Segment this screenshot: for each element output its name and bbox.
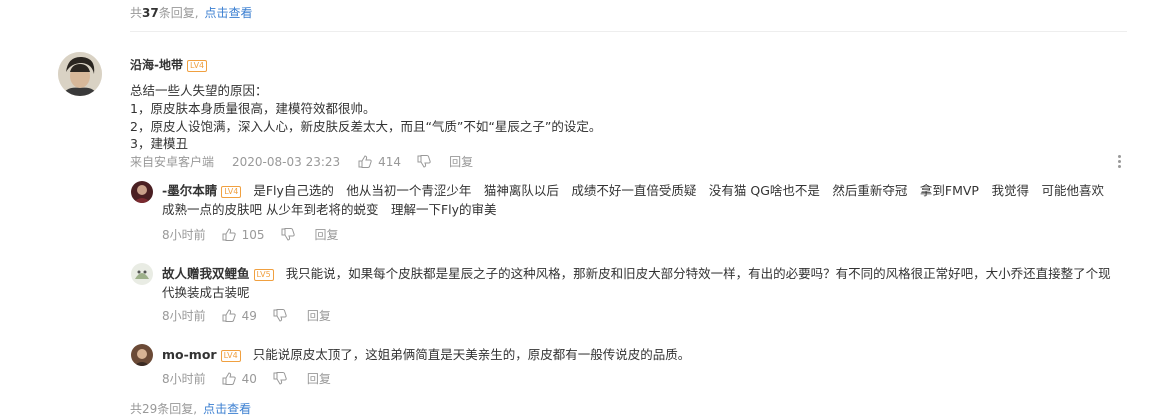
reply-button[interactable]: 回复 xyxy=(449,153,473,170)
thumbs-up-icon xyxy=(222,228,236,241)
comment-line: 总结一些人失望的原因： xyxy=(130,83,268,98)
thumbs-up-icon xyxy=(358,155,372,168)
reply-meta: 8小时前 105 回复 xyxy=(162,226,339,243)
timestamp: 8小时前 xyxy=(162,309,206,323)
more-options-icon[interactable] xyxy=(1114,155,1124,171)
summary-prefix: 共 xyxy=(130,6,143,20)
comment-line: 2，原皮人设饱满，深入人心，新皮肤反差太大，而且“气质”不如“星辰之子”的设定。 xyxy=(130,119,602,134)
author-name[interactable]: 故人赠我双鲤鱼 xyxy=(162,266,250,281)
thumbs-up-icon xyxy=(222,309,236,322)
reply-summary: 共29条回复, 点击查看 xyxy=(130,400,251,417)
reply-button[interactable]: 回复 xyxy=(307,370,331,387)
like-count: 49 xyxy=(241,308,257,323)
level-badge: LV4 xyxy=(186,59,208,72)
author-name[interactable]: -墨尔本睛 xyxy=(162,183,217,198)
view-replies-link[interactable]: 点击查看 xyxy=(203,402,251,416)
like-button[interactable]: 414 xyxy=(358,155,401,169)
reply-meta: 8小时前 40 回复 xyxy=(162,370,331,387)
level-badge: LV4 xyxy=(220,349,241,362)
reply-text: 我只能说，如果每个皮肤都是星辰之子的这种风格，那新皮和旧皮大部分特效一样，有出的… xyxy=(162,266,1111,300)
reply-count: 29 xyxy=(142,402,158,416)
reply-button[interactable]: 回复 xyxy=(315,226,339,243)
reply-item: 故人赠我双鲤鱼 LV5 我只能说，如果每个皮肤都是星辰之子的这种风格，那新皮和旧皮大… xyxy=(162,264,1112,302)
author-name[interactable]: mo-mor xyxy=(162,347,217,362)
author-name[interactable]: 沿海-地带 xyxy=(130,58,183,72)
avatar[interactable] xyxy=(131,263,153,285)
thumbs-down-icon[interactable] xyxy=(273,372,287,385)
reply-item: mo-mor LV4 只能说原皮太顶了，这姐弟俩简直是天美亲生的，原皮都有一般传说皮… xyxy=(162,345,1112,364)
summary-suffix: 条回复, xyxy=(158,6,199,20)
comment-meta: 来自安卓客户端 2020-08-03 23:23 414 回复 xyxy=(130,153,473,170)
reply-button[interactable]: 回复 xyxy=(307,307,331,324)
reply-summary: 共37条回复, 点击查看 xyxy=(130,4,253,21)
timestamp: 2020-08-03 23:23 xyxy=(232,154,341,169)
timestamp: 8小时前 xyxy=(162,372,206,386)
view-replies-link[interactable]: 点击查看 xyxy=(205,6,253,20)
level-badge: LV4 xyxy=(221,185,242,198)
avatar[interactable] xyxy=(131,181,153,203)
divider xyxy=(130,31,1127,32)
reply-author[interactable]: mo-mor LV4 xyxy=(162,347,241,362)
comment-line: 1，原皮肤本身质量很高，建模符效都很帅。 xyxy=(130,101,376,116)
thumbs-down-icon[interactable] xyxy=(281,228,295,241)
reply-text: 是Fly自己选的 他从当初一个青涩少年 猫神离队以后 成绩不好一直倍受质疑 没有… xyxy=(162,183,1104,217)
summary-prefix: 共 xyxy=(130,402,143,416)
timestamp: 8小时前 xyxy=(162,228,206,242)
reply-author[interactable]: -墨尔本睛 LV4 xyxy=(162,183,242,198)
reply-meta: 8小时前 49 回复 xyxy=(162,307,331,324)
summary-suffix: 条回复, xyxy=(157,402,198,416)
thumbs-down-icon[interactable] xyxy=(273,309,287,322)
like-count: 414 xyxy=(378,154,402,169)
source-label: 来自安卓客户端 xyxy=(130,155,215,169)
avatar[interactable] xyxy=(131,344,153,366)
level-badge: LV5 xyxy=(253,268,274,281)
comment-author[interactable]: 沿海-地带 LV4 xyxy=(130,56,208,73)
like-count: 40 xyxy=(241,371,257,386)
thumbs-up-icon xyxy=(222,372,236,385)
avatar[interactable] xyxy=(58,52,102,96)
thumbs-down-icon[interactable] xyxy=(417,155,431,168)
reply-text: 只能说原皮太顶了，这姐弟俩简直是天美亲生的，原皮都有一般传说皮的品质。 xyxy=(252,347,691,362)
like-button[interactable]: 49 xyxy=(222,309,257,323)
comment-line: 3，建模丑 xyxy=(130,136,188,151)
reply-item: -墨尔本睛 LV4 是Fly自己选的 他从当初一个青涩少年 猫神离队以后 成绩不好一… xyxy=(162,181,1112,219)
like-button[interactable]: 105 xyxy=(222,228,265,242)
reply-count: 37 xyxy=(142,6,159,20)
like-count: 105 xyxy=(241,227,265,242)
like-button[interactable]: 40 xyxy=(222,372,257,386)
reply-author[interactable]: 故人赠我双鲤鱼 LV5 xyxy=(162,266,274,281)
